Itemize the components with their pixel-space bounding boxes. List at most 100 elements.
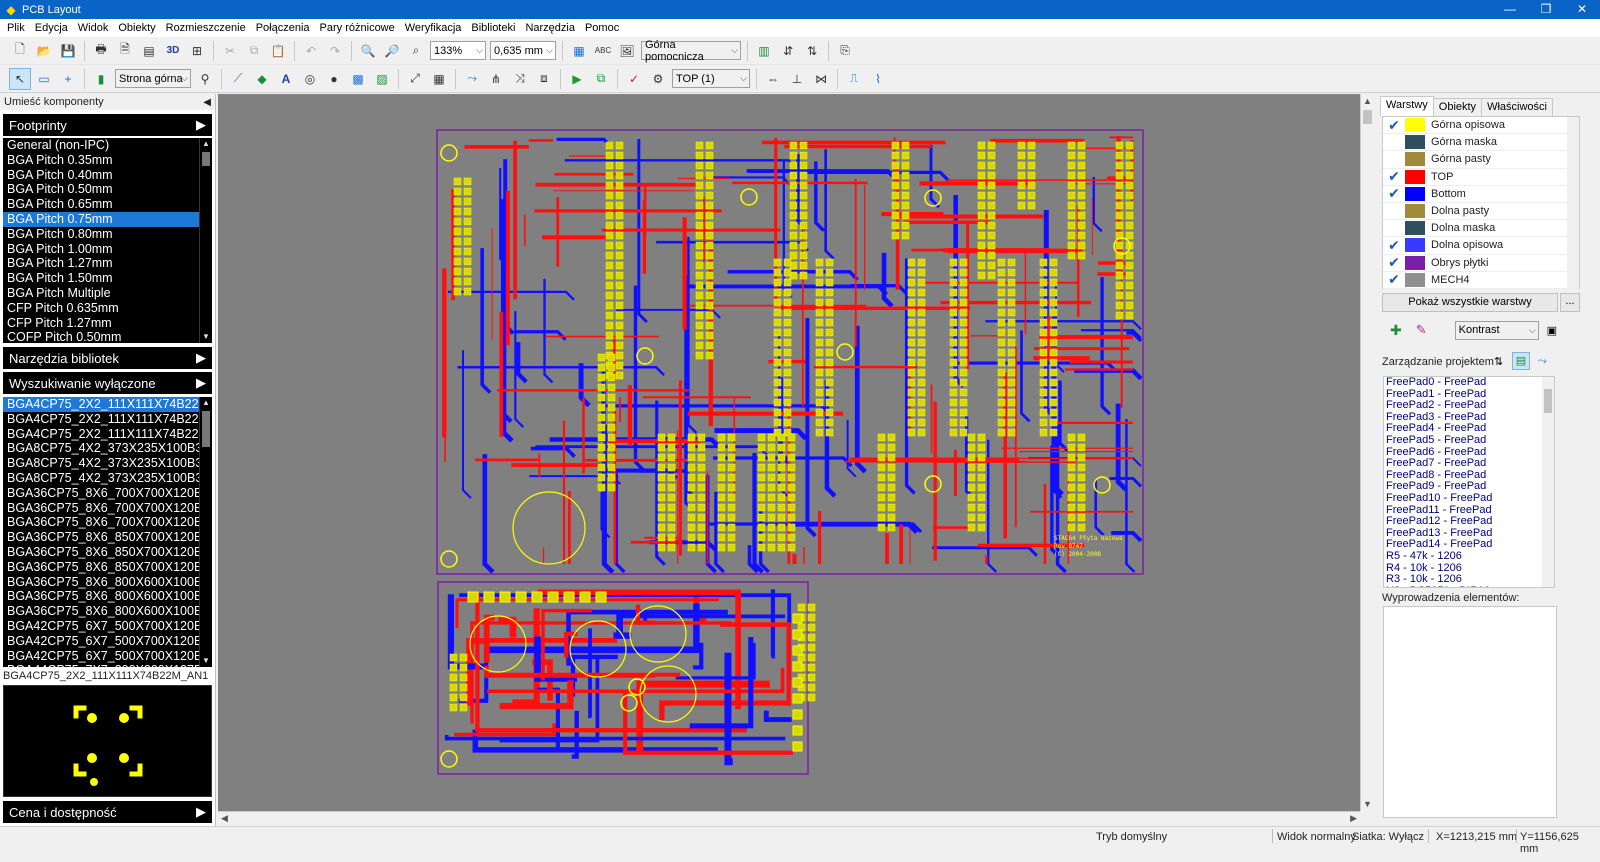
edit-layer-icon[interactable]: ✎ [1416, 322, 1427, 338]
layer-view-select[interactable]: Górna pomocnicza ⌵ [641, 39, 741, 63]
component-list-item[interactable]: BGA42CP75_6X7_500X700X120B30M [3, 619, 212, 634]
project-item[interactable]: FreePad10 - FreePad [1384, 492, 1554, 505]
menu-weryfikacja[interactable]: Weryfikacja [400, 22, 467, 34]
unroute-icon[interactable]: ⤨ [509, 68, 531, 90]
length-tune-icon[interactable]: ⋈ [810, 68, 832, 90]
menu-plik[interactable]: Plik [2, 22, 30, 34]
diff-pair-icon[interactable]: ⎍ [843, 68, 865, 90]
footprint-category-item[interactable]: CFP Pitch 1.27mm [3, 316, 212, 331]
price-availability-header[interactable]: Cena i dostępność ▶ [3, 801, 212, 823]
active-layer-select[interactable]: TOP (1) ⌵ [672, 69, 750, 88]
checkmark-icon[interactable]: ✔ [1383, 185, 1405, 202]
via-swap-icon[interactable]: ⇔ [762, 68, 784, 90]
component-list-item[interactable]: BGA8CP75_4X2_373X235X100B30M [3, 441, 212, 456]
component-icon[interactable]: ▮ [90, 68, 112, 90]
search-header[interactable]: Wyszukiwanie wyłączone ▶ [3, 372, 212, 394]
panelize-icon[interactable]: ⊞ [186, 40, 208, 62]
layer-row[interactable]: ✔ Dolna opisowa [1383, 237, 1579, 255]
component-list-item[interactable]: BGA42CP75_6X7_500X700X120B30L [3, 649, 212, 664]
layer-row[interactable]: ✔ Obrys płytki [1383, 254, 1579, 272]
zoom-in-icon[interactable]: 🔍 [357, 40, 379, 62]
scroll-left-icon[interactable]: ◀ [221, 812, 228, 825]
layer-color-swatch[interactable] [1405, 272, 1425, 287]
scroll-down-icon[interactable]: ▼ [200, 331, 212, 343]
select-pointer-icon[interactable]: ↖ [9, 67, 31, 90]
layer-color-swatch[interactable] [1405, 169, 1425, 184]
align-icon[interactable]: ⊥ [786, 68, 808, 90]
measure-icon[interactable]: ⤢ [404, 68, 426, 90]
find-binoculars-icon[interactable]: ⚲ [194, 68, 216, 90]
route-selected-icon[interactable]: ⧉ [590, 68, 612, 90]
layer-row[interactable]: Górna pasty [1383, 151, 1579, 169]
new-file-icon[interactable]: 🗋 [9, 40, 31, 62]
footprint-category-item[interactable]: BGA Pitch 1.00mm [3, 242, 212, 257]
layer-row[interactable]: Górna maska [1383, 134, 1579, 152]
route-options-icon[interactable]: ⧈ [533, 68, 555, 90]
paste-icon[interactable]: 📋 [267, 40, 289, 62]
import-changes-icon[interactable]: ⇵ [777, 40, 799, 62]
scroll-down-icon[interactable]: ▼ [1363, 799, 1372, 809]
route-track-icon[interactable]: ⟋ [227, 68, 249, 90]
footprint-category-item[interactable]: BGA Pitch 1.27mm [3, 256, 212, 271]
grid-table-icon[interactable]: ▦ [428, 68, 450, 90]
tab-obiekty[interactable]: Obiekty [1432, 98, 1483, 116]
menu-widok[interactable]: Widok [73, 22, 114, 34]
footprint-category-item[interactable]: BGA Pitch 1.50mm [3, 271, 212, 286]
polygon-fill-icon[interactable]: ▩ [347, 68, 369, 90]
menu-rozmieszczenie[interactable]: Rozmieszczenie [161, 22, 251, 34]
component-list-item[interactable]: BGA36CP75_8X6_800X600X100B30N [3, 589, 212, 604]
layer-color-swatch[interactable] [1405, 118, 1425, 133]
drc-settings-icon[interactable]: ⚙ [647, 68, 669, 90]
footprint-category-item[interactable]: BGA Pitch 0.75mm [3, 211, 212, 227]
side-select[interactable]: Strona górna ⌵ [115, 69, 191, 88]
component-list-item[interactable]: BGA8CP75_4X2_373X235X100B30N [3, 456, 212, 471]
print-icon[interactable]: 🖶 [90, 40, 112, 62]
meander-icon[interactable]: ⌇ [867, 68, 889, 90]
component-list-item[interactable]: BGA36CP75_8X6_800X600X100B30M [3, 575, 212, 590]
scroll-thumb[interactable] [202, 411, 210, 447]
maximize-button[interactable]: ❐ [1528, 0, 1564, 19]
library-tools-header[interactable]: Narzędzia bibliotek ▶ [3, 347, 212, 369]
open-folder-icon[interactable]: 📂 [33, 40, 55, 62]
menu-narzedzia[interactable]: Narzędzia [520, 22, 580, 34]
footprint-category-item[interactable]: BGA Pitch 0.80mm [3, 227, 212, 242]
zoom-select[interactable]: 133% ⌵ [430, 41, 486, 60]
layer-color-swatch[interactable] [1405, 255, 1425, 270]
scroll-up-icon[interactable]: ▲ [200, 138, 212, 150]
add-layer-icon[interactable]: ✚ [1390, 322, 1402, 339]
layer-row[interactable]: ✔ Górna opisowa [1383, 117, 1579, 135]
drc-check-icon[interactable]: ✓ [623, 68, 645, 90]
layer-row[interactable]: ✔ MECH4 [1383, 271, 1579, 289]
checkmark-icon[interactable]: ✔ [1383, 168, 1405, 185]
component-list-item[interactable]: BGA4CP75_2X2_111X111X74B22L_A [3, 427, 212, 442]
contrast-select[interactable]: Kontrast ⌵ [1454, 320, 1539, 340]
component-list-item[interactable]: BGA42CP75_6X7_500X700X120B30N [3, 634, 212, 649]
footprints-header[interactable]: Footprinty ▶ [3, 114, 212, 136]
layer-color-swatch[interactable] [1405, 135, 1425, 150]
scroll-down-icon[interactable]: ▼ [200, 655, 212, 667]
footprint-category-item[interactable]: BGA Pitch 0.65mm [3, 197, 212, 212]
footprint-category-list[interactable]: General (non-IPC) BGA Pitch 0.35mm BGA Pit… [3, 138, 212, 343]
project-item[interactable]: FreePad0 - FreePad [1384, 377, 1554, 389]
layer-row[interactable]: Dolna maska [1383, 220, 1579, 238]
component-list-item[interactable]: BGA4CP75_2X2_111X111X74B22M_ [3, 397, 212, 412]
menu-pary-roznicowe[interactable]: Pary różnicowe [315, 22, 400, 34]
footprint-category-item[interactable]: BGA Pitch 0.50mm [3, 182, 212, 197]
component-list-item[interactable]: BGA36CP75_8X6_700X700X120B30L [3, 515, 212, 530]
layer-color-swatch[interactable] [1405, 221, 1425, 236]
component-list-item[interactable]: BGA36CP75_8X6_700X700X120B30N [3, 501, 212, 516]
menu-pomoc[interactable]: Pomoc [580, 22, 624, 34]
cut-icon[interactable]: ✂ [219, 40, 241, 62]
project-item[interactable]: U3 - DS5051 - DIP16 [1384, 585, 1554, 587]
checkmark-icon[interactable]: ✔ [1383, 117, 1405, 134]
checkmark-icon[interactable]: ✔ [1383, 271, 1405, 288]
scroll-thumb[interactable] [1544, 389, 1552, 413]
spellcheck-icon[interactable]: ABC [592, 40, 614, 62]
select-area-icon[interactable]: ▭ [33, 68, 55, 90]
fanout-icon[interactable]: ⋔ [485, 68, 507, 90]
save-icon[interactable]: 💾 [57, 40, 79, 62]
project-item[interactable]: R5 - 47k - 1206 [1384, 550, 1554, 563]
project-item[interactable]: FreePad5 - FreePad [1384, 434, 1554, 447]
zoom-fit-icon[interactable]: ⌕ [405, 40, 427, 62]
tree-view-icon[interactable]: ▤ [1512, 352, 1530, 370]
